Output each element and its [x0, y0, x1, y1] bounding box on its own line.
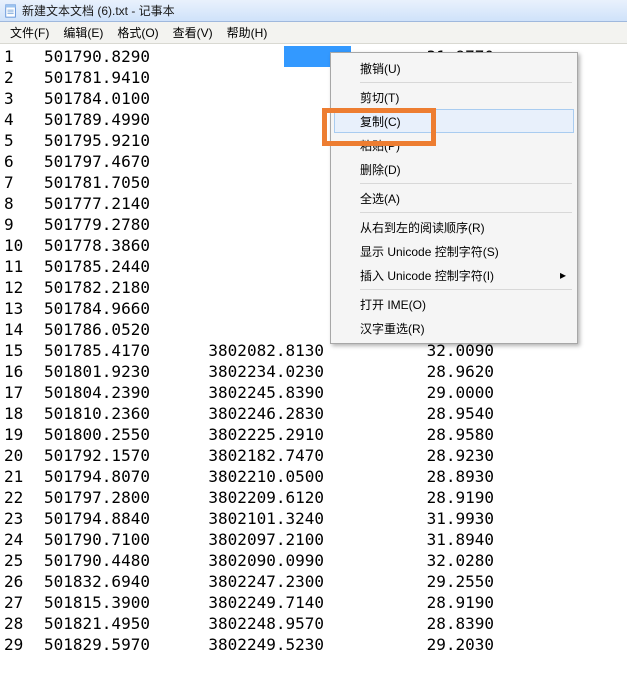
text-row: 19501800.25503802225.291028.9580: [4, 424, 627, 445]
ctx-sep: [360, 183, 572, 184]
text-row: 27501815.39003802249.714028.9190: [4, 592, 627, 613]
ctx-rtl[interactable]: 从右到左的阅读顺序(R): [334, 215, 574, 239]
window-title: 新建文本文档 (6).txt - 记事本: [22, 2, 175, 19]
ctx-paste[interactable]: 粘贴(P): [334, 133, 574, 157]
text-row: 22501797.28003802209.612028.9190: [4, 487, 627, 508]
ctx-insert-unicode[interactable]: 插入 Unicode 控制字符(I) ▸: [334, 263, 574, 287]
menubar: 文件(F) 编辑(E) 格式(O) 查看(V) 帮助(H): [0, 22, 627, 44]
menu-help[interactable]: 帮助(H): [221, 22, 276, 43]
text-row: 18501810.23603802246.283028.9540: [4, 403, 627, 424]
submenu-arrow-icon: ▸: [560, 268, 566, 282]
text-row: 20501792.15703802182.747028.9230: [4, 445, 627, 466]
context-menu: 撤销(U) 剪切(T) 复制(C) 粘贴(P) 删除(D) 全选(A) 从右到左…: [330, 52, 578, 344]
menu-view[interactable]: 查看(V): [167, 22, 221, 43]
text-row: 16501801.92303802234.023028.9620: [4, 361, 627, 382]
text-row: 17501804.23903802245.839029.0000: [4, 382, 627, 403]
ctx-delete[interactable]: 删除(D): [334, 157, 574, 181]
text-row: 25501790.44803802090.099032.0280: [4, 550, 627, 571]
ctx-copy[interactable]: 复制(C): [334, 109, 574, 133]
ctx-selectall[interactable]: 全选(A): [334, 186, 574, 210]
menu-file[interactable]: 文件(F): [4, 22, 57, 43]
text-row: 21501794.80703802210.050028.8930: [4, 466, 627, 487]
text-row: 29501829.59703802249.523029.2030: [4, 634, 627, 655]
ctx-reconvert[interactable]: 汉字重选(R): [334, 316, 574, 340]
ctx-sep: [360, 212, 572, 213]
text-row: 23501794.88403802101.324031.9930: [4, 508, 627, 529]
titlebar: 新建文本文档 (6).txt - 记事本: [0, 0, 627, 22]
ctx-undo[interactable]: 撤销(U): [334, 56, 574, 80]
text-row: 26501832.69403802247.230029.2550: [4, 571, 627, 592]
ctx-cut[interactable]: 剪切(T): [334, 85, 574, 109]
notepad-icon: [4, 4, 18, 18]
menu-format[interactable]: 格式(O): [111, 22, 166, 43]
ctx-show-unicode[interactable]: 显示 Unicode 控制字符(S): [334, 239, 574, 263]
ctx-sep: [360, 82, 572, 83]
menu-edit[interactable]: 编辑(E): [57, 22, 111, 43]
ctx-sep: [360, 289, 572, 290]
text-row: 28501821.49503802248.957028.8390: [4, 613, 627, 634]
text-row: 24501790.71003802097.210031.8940: [4, 529, 627, 550]
ctx-insert-unicode-label: 插入 Unicode 控制字符(I): [360, 267, 494, 284]
ctx-open-ime[interactable]: 打开 IME(O): [334, 292, 574, 316]
